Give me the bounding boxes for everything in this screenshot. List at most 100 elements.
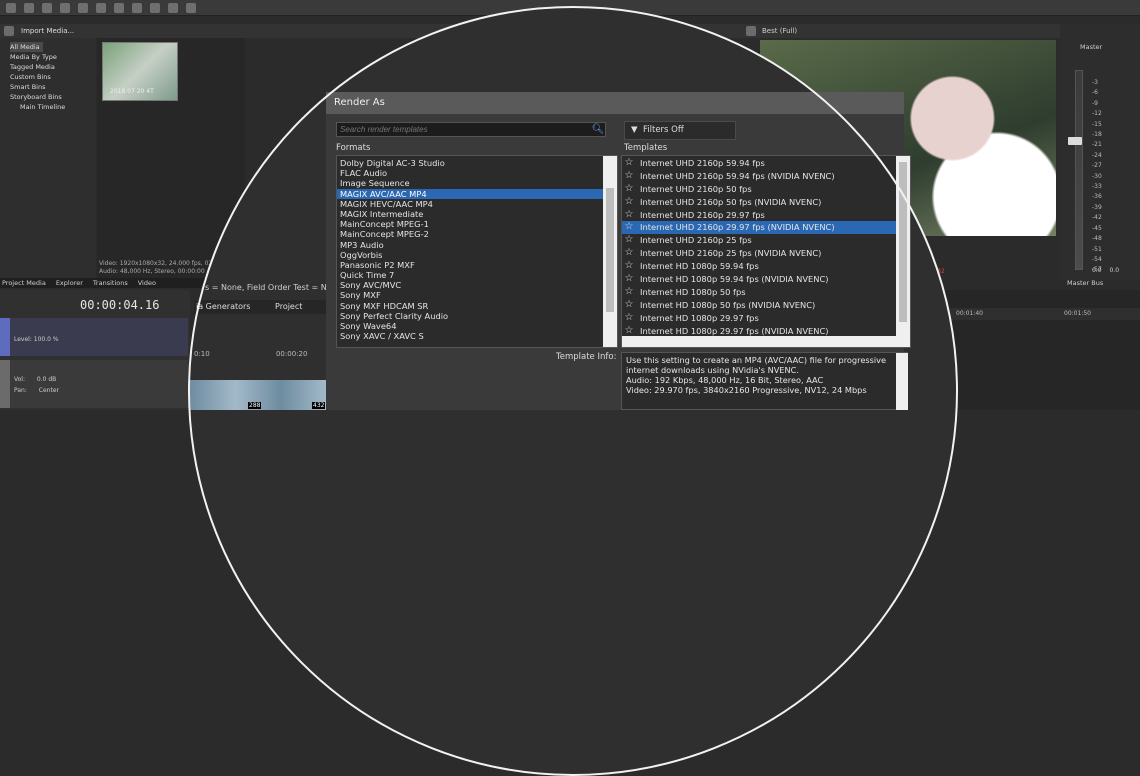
save-icon[interactable]: [42, 2, 52, 13]
favorite-star-icon[interactable]: ☆: [622, 299, 636, 312]
template-label: Internet HD 1080p 59.94 fps: [640, 261, 759, 272]
templates-list[interactable]: ☆ Internet UHD 2160p 59.94 fps ☆ Internet U…: [621, 155, 911, 348]
tree-item-all-media[interactable]: All Media: [10, 42, 43, 52]
favorite-star-icon[interactable]: ☆: [622, 234, 636, 247]
delete-icon[interactable]: [150, 2, 160, 13]
tree-item-storyboard-bins[interactable]: Storyboard Bins: [10, 92, 96, 102]
format-item[interactable]: MAGIX AVC/AAC MP4: [337, 188, 617, 199]
template-item[interactable]: ☆ Internet UHD 2160p 25 fps (NVIDIA NVENC…: [622, 247, 910, 260]
templates-scrollbar[interactable]: [896, 156, 910, 347]
info-line-2: internet downloads using NVidia's NVENC.: [626, 365, 799, 375]
template-item[interactable]: ☆ Internet UHD 2160p 25 fps: [622, 234, 910, 247]
redo-icon[interactable]: [186, 2, 196, 13]
template-item[interactable]: ☆ Internet UHD 2160p 59.94 fps (NVIDIA NV…: [622, 170, 910, 183]
filters-button[interactable]: ▼ Filters Off: [624, 121, 736, 140]
info-line-4: Video: 29.970 fps, 3840x2160 Progressive…: [626, 385, 867, 395]
template-item[interactable]: ☆ Internet UHD 2160p 50 fps (NVIDIA NVENC…: [622, 196, 910, 209]
format-item[interactable]: Sony MXF HDCAM SR: [337, 301, 617, 311]
favorite-star-icon[interactable]: ☆: [622, 170, 636, 183]
tab-transitions[interactable]: Transitions: [93, 279, 128, 287]
format-item[interactable]: MAGIX HEVC/AAC MP4: [337, 199, 617, 209]
pan-value[interactable]: Center: [39, 387, 59, 394]
meter-scale-tick: -48: [1092, 235, 1102, 243]
vol-value[interactable]: 0.0 dB: [37, 376, 56, 383]
ruler-tick-1: 00:01:40: [956, 310, 983, 317]
search-templates-input[interactable]: [336, 122, 606, 137]
search-icon[interactable]: 🔍︎: [591, 123, 605, 136]
templates-hscrollbar[interactable]: [622, 336, 896, 347]
favorite-star-icon[interactable]: ☆: [622, 221, 636, 234]
preview-quality[interactable]: Best (Full): [762, 27, 797, 35]
template-item[interactable]: ☆ Internet UHD 2160p 50 fps: [622, 183, 910, 196]
favorite-star-icon[interactable]: ☆: [622, 209, 636, 222]
favorite-star-icon[interactable]: ☆: [622, 260, 636, 273]
format-item[interactable]: MainConcept MPEG-1: [337, 219, 617, 229]
format-item[interactable]: Dolby Digital AC-3 Studio: [337, 158, 617, 168]
format-item[interactable]: FLAC Audio: [337, 168, 617, 178]
audio-track-header[interactable]: Vol: 0.0 dB Pan: Center: [0, 360, 188, 408]
format-item[interactable]: Sony Wave64: [337, 321, 617, 331]
info-line-3: Audio: 192 Kbps, 48,000 Hz, 16 Bit, Ster…: [626, 375, 824, 385]
format-item[interactable]: MAGIX Intermediate: [337, 209, 617, 219]
formats-scroll-thumb[interactable]: [606, 188, 614, 312]
tree-item-tagged-media[interactable]: Tagged Media: [10, 62, 96, 72]
favorite-star-icon[interactable]: ☆: [622, 183, 636, 196]
copy-icon[interactable]: [114, 2, 124, 13]
format-item[interactable]: MainConcept MPEG-2: [337, 229, 617, 239]
template-item[interactable]: ☆ Internet HD 1080p 50 fps (NVIDIA NVENC): [622, 299, 910, 312]
favorite-star-icon[interactable]: ☆: [622, 286, 636, 299]
favorite-star-icon[interactable]: ☆: [622, 273, 636, 286]
import-icon[interactable]: [4, 26, 14, 36]
tab-project[interactable]: Project: [275, 302, 302, 311]
master-fader[interactable]: [1068, 137, 1082, 145]
paste-icon[interactable]: [132, 2, 142, 13]
format-item[interactable]: Sony AVC/MVC: [337, 280, 617, 290]
tree-item-main-timeline[interactable]: Main Timeline: [10, 102, 96, 112]
settings-icon[interactable]: [78, 2, 88, 13]
template-item[interactable]: ☆ Internet HD 1080p 59.94 fps (NVIDIA NVE…: [622, 273, 910, 286]
format-item[interactable]: OggVorbis: [337, 250, 617, 260]
tree-item-smart-bins[interactable]: Smart Bins: [10, 82, 96, 92]
template-label: Internet HD 1080p 50 fps: [640, 286, 746, 297]
format-item[interactable]: Sony Perfect Clarity Audio: [337, 311, 617, 321]
format-item[interactable]: Quick Time 7: [337, 270, 617, 280]
tab-media-generators[interactable]: ia Generators: [196, 302, 250, 311]
favorite-star-icon[interactable]: ☆: [622, 196, 636, 209]
new-icon[interactable]: [6, 2, 16, 13]
open-icon[interactable]: [24, 2, 34, 13]
cut-icon[interactable]: [96, 2, 106, 13]
template-item[interactable]: ☆ Internet HD 1080p 50 fps: [622, 286, 910, 299]
formats-list[interactable]: Dolby Digital AC-3 Studio FLAC Audio Image…: [336, 155, 618, 348]
tab-video[interactable]: Video: [138, 279, 156, 287]
favorite-star-icon[interactable]: ☆: [622, 157, 636, 170]
template-item[interactable]: ☆ Internet HD 1080p 59.94 fps: [622, 260, 910, 273]
meter-scale-tick: -3: [1092, 79, 1098, 86]
tree-item-media-by-type[interactable]: Media By Type: [10, 52, 96, 62]
info-scrollbar[interactable]: [896, 353, 908, 410]
undo-icon[interactable]: [168, 2, 178, 13]
templates-scroll-thumb[interactable]: [899, 162, 907, 322]
template-label: Internet UHD 2160p 25 fps: [640, 235, 752, 246]
render-icon[interactable]: [60, 2, 70, 13]
import-media-button[interactable]: Import Media...: [21, 27, 74, 35]
video-track-header[interactable]: Level: 100.0 %: [0, 318, 188, 356]
format-item[interactable]: MP3 Audio: [337, 240, 617, 250]
template-info-box: Use this setting to create an MP4 (AVC/A…: [621, 352, 908, 410]
template-label: Internet UHD 2160p 59.94 fps: [640, 158, 765, 168]
tab-project-media[interactable]: Project Media: [2, 279, 46, 287]
format-item[interactable]: Sony XAVC / XAVC S: [337, 331, 617, 341]
tree-item-custom-bins[interactable]: Custom Bins: [10, 72, 96, 82]
template-item[interactable]: ☆ Internet HD 1080p 29.97 fps: [622, 312, 910, 325]
favorite-star-icon[interactable]: ☆: [622, 247, 636, 260]
favorite-star-icon[interactable]: ☆: [622, 312, 636, 325]
format-item[interactable]: Panasonic P2 MXF: [337, 260, 617, 270]
behind-ruler-left: 0:10: [194, 350, 210, 358]
preview-settings-icon[interactable]: [746, 26, 756, 36]
formats-scrollbar[interactable]: [603, 156, 617, 347]
template-item[interactable]: ☆ Internet UHD 2160p 29.97 fps (NVIDIA NV…: [622, 221, 910, 235]
format-item[interactable]: Sony MXF: [337, 290, 617, 300]
tab-explorer[interactable]: Explorer: [56, 279, 83, 287]
template-item[interactable]: ☆ Internet UHD 2160p 29.97 fps: [622, 209, 910, 222]
format-item[interactable]: Image Sequence: [337, 178, 617, 188]
template-item[interactable]: ☆ Internet UHD 2160p 59.94 fps: [622, 157, 910, 170]
